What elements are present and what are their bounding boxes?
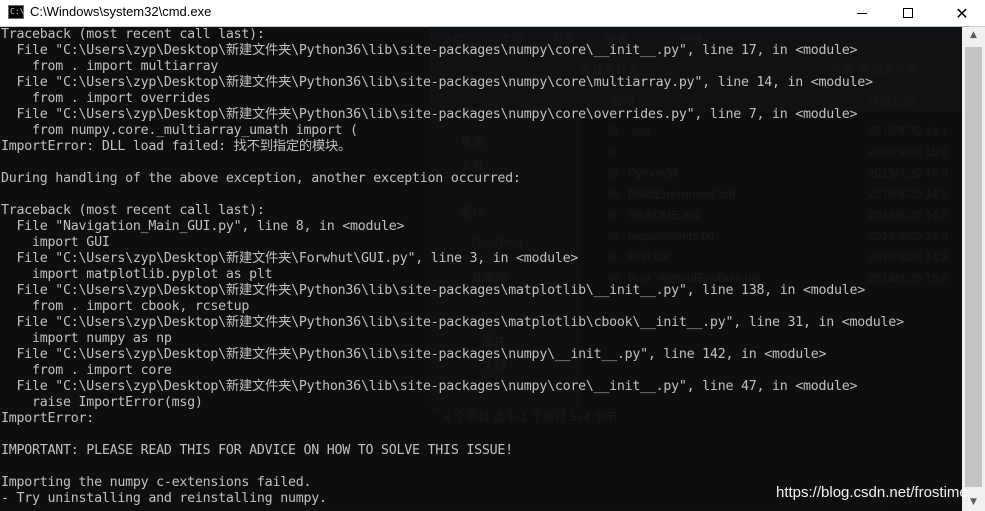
console-line: from . import cbook, rcsetup bbox=[1, 299, 250, 314]
console-line: from . import core bbox=[1, 363, 172, 378]
csdn-watermark: https://blog.csdn.net/frostime bbox=[776, 484, 968, 501]
console-line: File "C:\Users\zyp\Desktop\新建文件夹\Python3… bbox=[1, 75, 874, 90]
console-line: raise ImportError(msg) bbox=[1, 395, 203, 410]
minimize-icon bbox=[857, 12, 867, 14]
console-line: File "C:\Users\zyp\Desktop\新建文件夹\Python3… bbox=[1, 347, 827, 362]
console-line: Traceback (most recent call last): bbox=[1, 27, 265, 42]
vertical-scrollbar[interactable]: ▲ ▼ bbox=[962, 27, 985, 511]
console-line: from . import overrides bbox=[1, 91, 211, 106]
console-line: File "C:\Users\zyp\Desktop\新建文件夹\Python3… bbox=[1, 379, 858, 394]
scroll-up-icon[interactable]: ▲ bbox=[962, 27, 985, 44]
window-title: C:\Windows\system32\cmd.exe bbox=[30, 4, 212, 19]
console-line: File "C:\Users\zyp\Desktop\新建文件夹\Forwhut… bbox=[1, 251, 579, 266]
console-line: During handling of the above exception, … bbox=[1, 171, 521, 186]
console-line: File "Navigation_Main_GUI.py", line 8, i… bbox=[1, 219, 405, 234]
console-line: File "C:\Users\zyp\Desktop\新建文件夹\Python3… bbox=[1, 315, 905, 330]
scrollbar-thumb[interactable] bbox=[965, 47, 982, 487]
close-icon: ✕ bbox=[955, 3, 969, 23]
console-line: import numpy as np bbox=[1, 331, 172, 346]
maximize-icon bbox=[903, 8, 913, 18]
console-line: IMPORTANT: PLEASE READ THIS FOR ADVICE O… bbox=[1, 443, 513, 458]
console-line: File "C:\Users\zyp\Desktop\新建文件夹\Python3… bbox=[1, 43, 858, 58]
console-line: File "C:\Users\zyp\Desktop\新建文件夹\Python3… bbox=[1, 283, 866, 298]
console-line: import matplotlib.pyplot as plt bbox=[1, 267, 273, 282]
console-line: from . import multiarray bbox=[1, 59, 219, 74]
close-button[interactable]: ✕ bbox=[939, 0, 985, 26]
cmd-app-icon: C:\ bbox=[8, 5, 24, 19]
minimize-button[interactable] bbox=[839, 0, 885, 26]
maximize-button[interactable] bbox=[885, 0, 931, 26]
console-line: from numpy.core._multiarray_umath import… bbox=[1, 123, 358, 138]
console-line: File "C:\Users\zyp\Desktop\新建文件夹\Python3… bbox=[1, 107, 858, 122]
console-line: Traceback (most recent call last): bbox=[1, 203, 265, 218]
window-titlebar[interactable]: C:\ C:\Windows\system32\cmd.exe ✕ bbox=[0, 0, 985, 27]
console-output-area[interactable]: Traceback (most recent call last): File … bbox=[0, 27, 962, 511]
console-line: ImportError: bbox=[1, 411, 95, 426]
console-line: ImportError: DLL load failed: 找不到指定的模块。 bbox=[1, 139, 352, 154]
console-line: import GUI bbox=[1, 235, 110, 250]
console-text: Traceback (most recent call last): File … bbox=[0, 27, 962, 507]
